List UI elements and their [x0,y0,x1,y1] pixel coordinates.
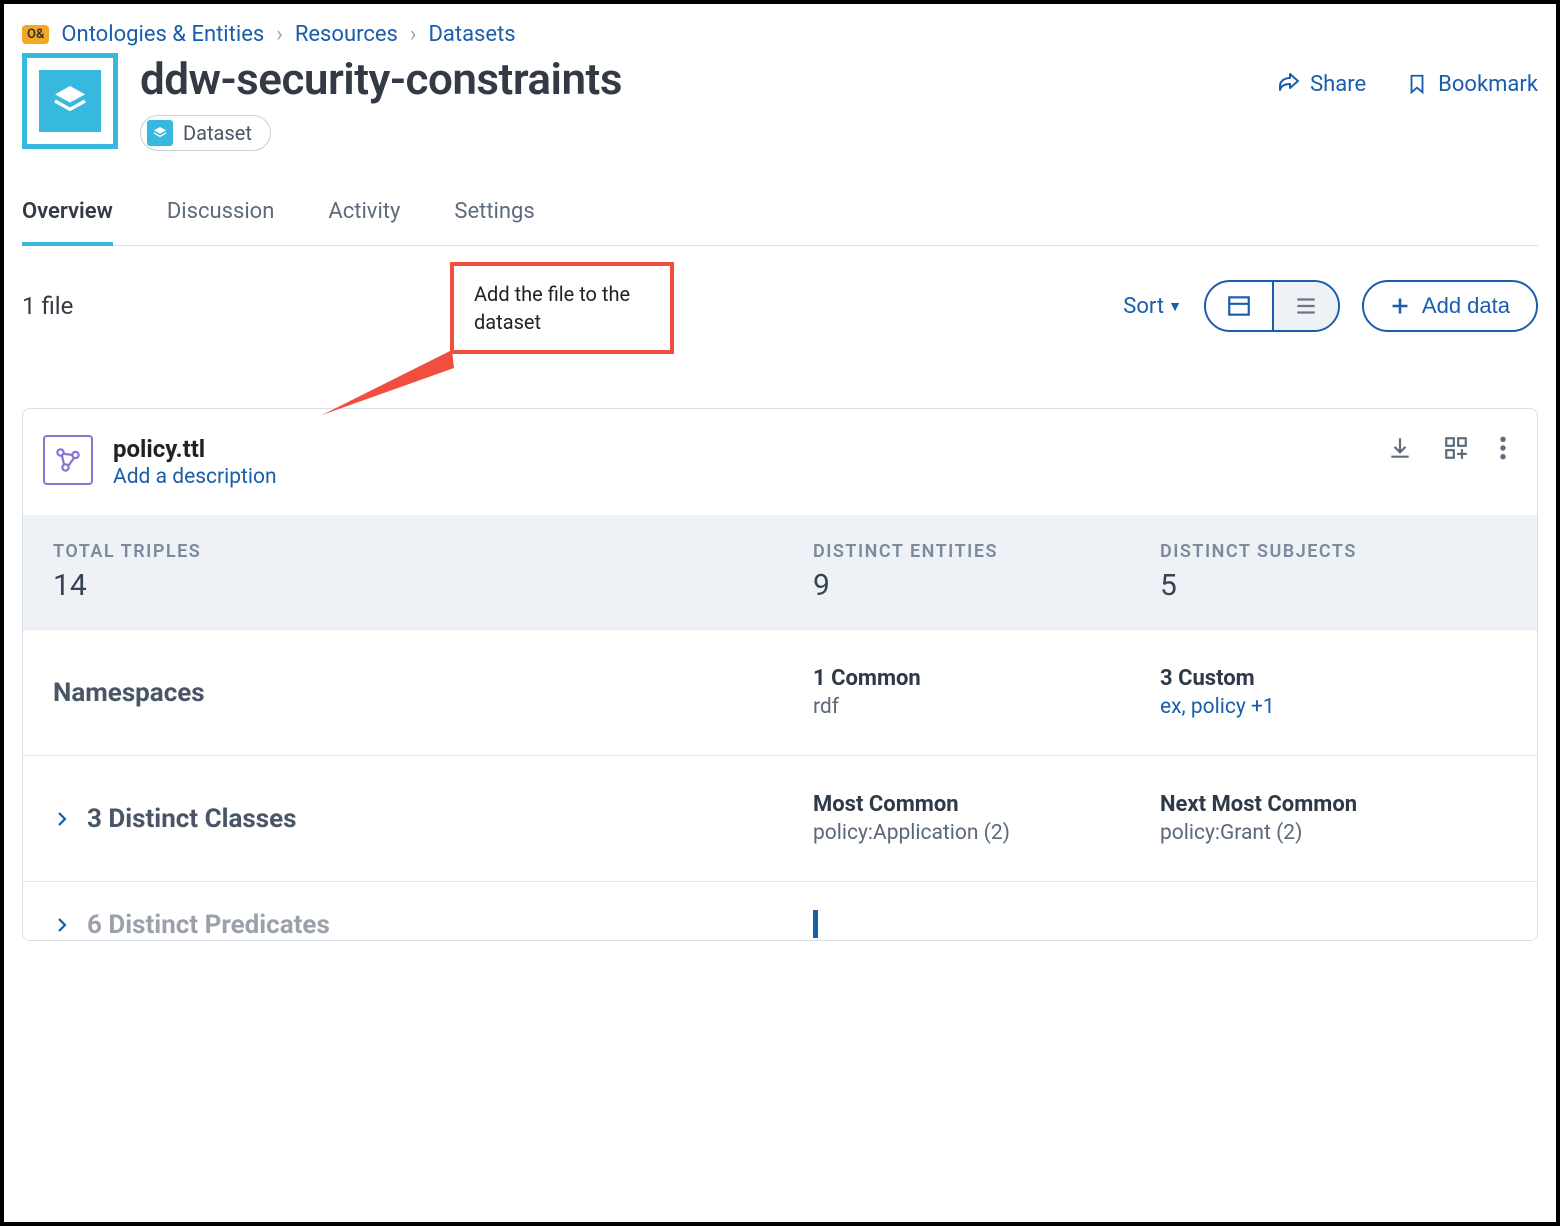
namespaces-common-sub: rdf [813,695,1160,719]
chevron-right-icon: › [276,22,283,47]
classes-next-sub: policy:Grant (2) [1160,821,1507,845]
caret-down-icon: ▼ [1168,298,1182,315]
breadcrumb: O& Ontologies & Entities › Resources › D… [22,22,1538,47]
tab-settings[interactable]: Settings [454,199,534,245]
share-icon [1276,72,1300,96]
classes-heading: 3 Distinct Classes [87,804,297,834]
view-grid-button[interactable] [1206,282,1272,330]
view-toggle [1204,280,1340,332]
apps-icon[interactable] [1443,435,1469,461]
predicates-heading: 6 Distinct Predicates [87,910,330,940]
add-data-label: Add data [1422,293,1510,319]
breadcrumb-link-1[interactable]: Resources [295,22,398,47]
stats-band: TOTAL TRIPLES 14 DISTINCT ENTITIES 9 DIS… [23,515,1537,629]
list-icon [1293,293,1319,319]
view-list-button[interactable] [1272,282,1338,330]
share-label: Share [1310,72,1366,97]
bookmark-button[interactable]: Bookmark [1406,71,1538,97]
namespaces-custom-title: 3 Custom [1160,666,1507,691]
add-description-link[interactable]: Add a description [113,465,277,489]
stat-entities-label: DISTINCT ENTITIES [813,541,1160,562]
classes-row[interactable]: 3 Distinct Classes Most Common policy:Ap… [23,755,1537,881]
classes-next-title: Next Most Common [1160,792,1507,817]
dataset-mini-icon [147,120,173,146]
tabs: Overview Discussion Activity Settings [22,199,1538,246]
sort-button[interactable]: Sort ▼ [1123,294,1182,319]
bookmark-icon [1406,71,1428,97]
file-count: 1 file [22,292,73,320]
histogram-bar [813,910,818,938]
namespaces-custom-sub[interactable]: ex, policy +1 [1160,695,1507,719]
stat-subjects-label: DISTINCT SUBJECTS [1160,541,1507,562]
classes-most-sub: policy:Application (2) [813,821,1160,845]
file-type-icon [43,435,93,485]
dataset-icon [22,53,118,149]
org-badge: O& [22,25,49,44]
bookmark-label: Bookmark [1438,72,1538,97]
breadcrumb-link-2[interactable]: Datasets [428,22,515,47]
namespaces-row: Namespaces 1 Common rdf 3 Custom ex, pol… [23,629,1537,755]
panel-icon [1226,293,1252,319]
more-icon[interactable] [1499,435,1507,461]
namespaces-common-title: 1 Common [813,666,1160,691]
breadcrumb-link-0[interactable]: Ontologies & Entities [61,22,264,47]
classes-most-title: Most Common [813,792,1160,817]
sort-label: Sort [1123,294,1164,319]
file-card: policy.ttl Add a description TOTAL TRIPL… [22,408,1538,941]
file-name[interactable]: policy.ttl [113,435,277,463]
stat-entities-value: 9 [813,568,1160,603]
chevron-right-icon [53,916,71,934]
stat-triples-label: TOTAL TRIPLES [53,541,813,562]
annotation-callout: Add the file to the dataset [450,262,674,354]
chevron-right-icon: › [410,22,417,47]
tab-overview[interactable]: Overview [22,199,113,246]
add-data-button[interactable]: Add data [1362,280,1538,332]
stat-triples-value: 14 [53,568,813,603]
share-button[interactable]: Share [1276,72,1366,97]
tab-activity[interactable]: Activity [328,199,400,245]
download-icon[interactable] [1387,435,1413,461]
dataset-type-badge[interactable]: Dataset [140,115,271,151]
predicates-row[interactable]: 6 Distinct Predicates [23,881,1537,940]
plus-icon [1390,296,1410,316]
tab-discussion[interactable]: Discussion [167,199,275,245]
dataset-type-label: Dataset [183,121,252,145]
page-title: ddw-security-constraints [140,53,1276,105]
namespaces-heading: Namespaces [53,678,205,708]
stat-subjects-value: 5 [1160,568,1507,603]
chevron-right-icon [53,810,71,828]
